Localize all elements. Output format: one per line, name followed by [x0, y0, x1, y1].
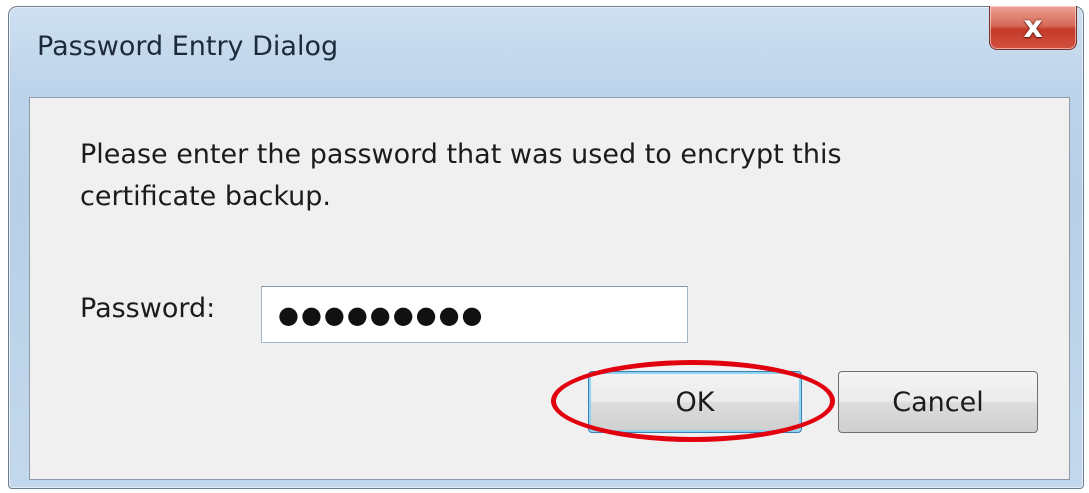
close-icon: x: [1023, 9, 1043, 45]
password-label: Password:: [80, 293, 216, 324]
password-field[interactable]: [261, 286, 688, 343]
dialog-message: Please enter the password that was used …: [80, 139, 842, 212]
close-button[interactable]: x: [989, 6, 1077, 50]
dialog-title: Password Entry Dialog: [37, 31, 339, 62]
cancel-button[interactable]: Cancel: [838, 371, 1038, 433]
password-entry-dialog: Password Entry Dialog x Please enter the…: [8, 6, 1084, 489]
dialog-body: Please enter the password that was used …: [29, 97, 1070, 480]
ok-button[interactable]: OK: [588, 371, 802, 433]
